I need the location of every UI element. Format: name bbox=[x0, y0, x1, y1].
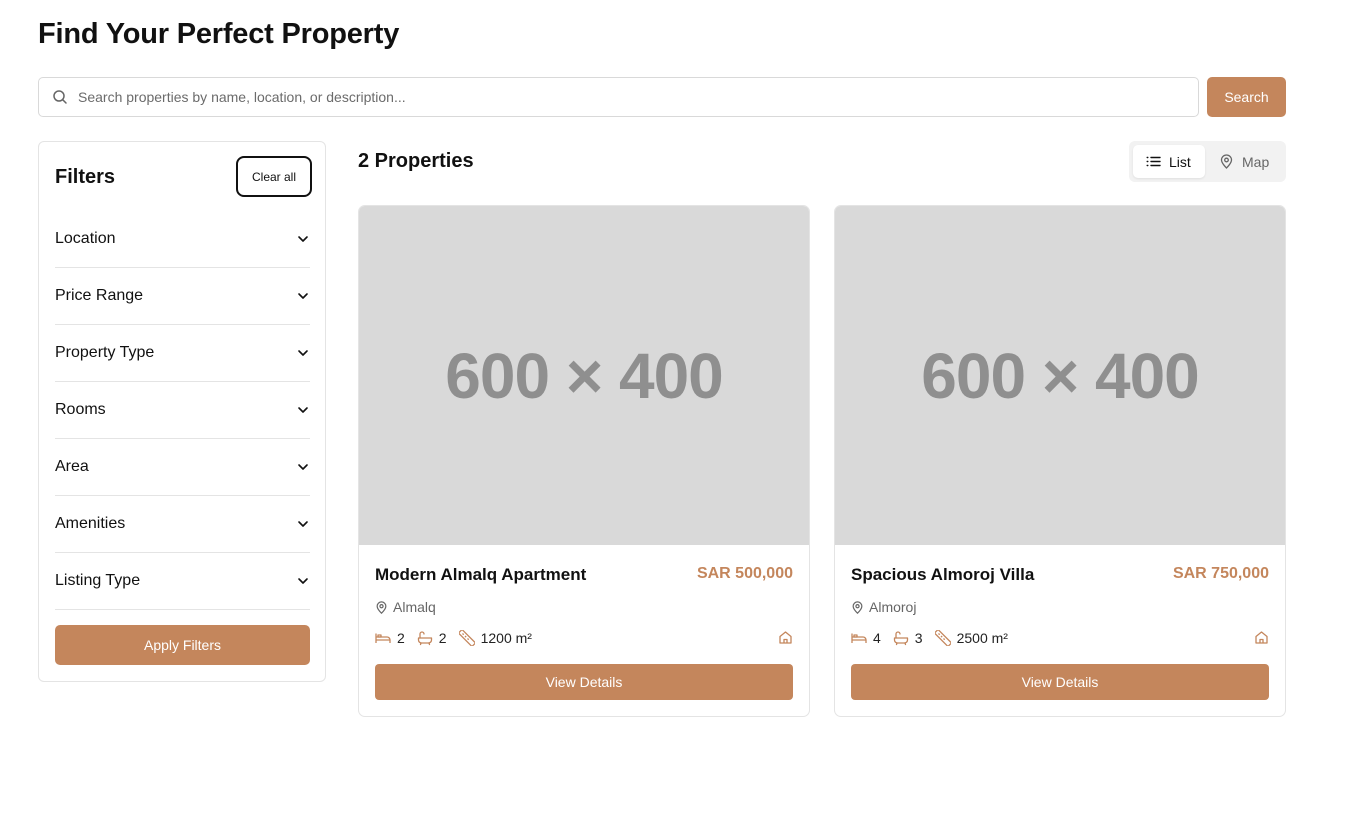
location-pin-icon bbox=[375, 600, 388, 614]
filter-label: Property Type bbox=[55, 344, 155, 361]
chevron-down-icon bbox=[296, 403, 310, 417]
property-image-placeholder: 600 × 400 bbox=[835, 206, 1285, 545]
filters-title: Filters bbox=[55, 166, 116, 188]
bed-icon bbox=[375, 630, 391, 646]
location-pin-icon bbox=[851, 600, 864, 614]
chevron-down-icon bbox=[296, 574, 310, 588]
filter-label: Listing Type bbox=[55, 572, 141, 589]
filters-panel: Filters Clear all Location Price Range P… bbox=[38, 141, 326, 682]
filter-list: Location Price Range Property Type Rooms… bbox=[55, 211, 310, 610]
area-spec: 2500 m² bbox=[934, 630, 1008, 646]
search-button[interactable]: Search bbox=[1207, 77, 1286, 117]
area-value: 1200 m² bbox=[480, 630, 532, 646]
filter-label: Area bbox=[55, 458, 89, 475]
map-view-label: Map bbox=[1242, 153, 1270, 170]
property-name: Spacious Almoroj Villa bbox=[851, 565, 1035, 584]
chevron-down-icon bbox=[296, 232, 310, 246]
filter-amenities[interactable]: Amenities bbox=[55, 496, 310, 553]
chevron-down-icon bbox=[296, 346, 310, 360]
property-name: Modern Almalq Apartment bbox=[375, 565, 587, 584]
location-text: Almoroj bbox=[869, 599, 917, 615]
property-specs: 4 3 2500 m² bbox=[851, 630, 1008, 646]
ruler-icon bbox=[458, 630, 475, 646]
apply-filters-button[interactable]: Apply Filters bbox=[55, 625, 310, 665]
property-location: Almalq bbox=[375, 599, 436, 615]
property-price: SAR 500,000 bbox=[696, 565, 793, 582]
bedrooms-spec: 4 bbox=[851, 630, 881, 646]
filter-label: Location bbox=[55, 230, 116, 247]
list-icon bbox=[1146, 154, 1161, 169]
view-details-button[interactable]: View Details bbox=[851, 664, 1269, 700]
bathrooms-count: 2 bbox=[438, 630, 447, 646]
ruler-icon bbox=[934, 630, 951, 646]
home-icon bbox=[1254, 630, 1269, 645]
clear-all-button[interactable]: Clear all bbox=[236, 156, 312, 197]
property-specs: 2 2 1200 m² bbox=[375, 630, 532, 646]
map-view-toggle[interactable]: Map bbox=[1211, 145, 1283, 178]
list-view-toggle[interactable]: List bbox=[1133, 145, 1205, 178]
search-icon bbox=[52, 89, 68, 105]
bath-icon bbox=[893, 630, 909, 646]
property-card: 600 × 400 Modern Almalq Apartment SAR 50… bbox=[358, 205, 810, 717]
bedrooms-count: 4 bbox=[873, 630, 881, 646]
bath-icon bbox=[417, 630, 433, 646]
filter-rooms[interactable]: Rooms bbox=[55, 382, 310, 439]
property-location: Almoroj bbox=[851, 599, 916, 615]
list-view-label: List bbox=[1169, 153, 1191, 170]
filter-property-type[interactable]: Property Type bbox=[55, 325, 310, 382]
view-toggle: List Map bbox=[1129, 141, 1286, 182]
bed-icon bbox=[851, 630, 867, 646]
chevron-down-icon bbox=[296, 460, 310, 474]
bedrooms-spec: 2 bbox=[375, 630, 405, 646]
filter-location[interactable]: Location bbox=[55, 211, 310, 268]
area-value: 2500 m² bbox=[956, 630, 1008, 646]
map-pin-icon bbox=[1219, 154, 1234, 169]
search-input[interactable] bbox=[78, 89, 1198, 105]
page-title: Find Your Perfect Property bbox=[38, 18, 400, 50]
property-card: 600 × 400 Spacious Almoroj Villa SAR 750… bbox=[834, 205, 1286, 717]
view-details-button[interactable]: View Details bbox=[375, 664, 793, 700]
search-bar[interactable] bbox=[38, 77, 1199, 117]
chevron-down-icon bbox=[296, 289, 310, 303]
bathrooms-count: 3 bbox=[914, 630, 923, 646]
property-price: SAR 750,000 bbox=[1172, 565, 1269, 582]
image-placeholder-text: 600 × 400 bbox=[445, 339, 723, 412]
results-count: 2 Properties bbox=[358, 150, 474, 172]
area-spec: 1200 m² bbox=[458, 630, 532, 646]
home-icon bbox=[778, 630, 793, 645]
filter-label: Price Range bbox=[55, 287, 144, 304]
bathrooms-spec: 3 bbox=[893, 630, 923, 646]
filter-label: Amenities bbox=[55, 515, 126, 532]
chevron-down-icon bbox=[296, 517, 310, 531]
bathrooms-spec: 2 bbox=[417, 630, 447, 646]
property-image-placeholder: 600 × 400 bbox=[359, 206, 809, 545]
location-text: Almalq bbox=[393, 599, 436, 615]
bedrooms-count: 2 bbox=[397, 630, 405, 646]
filter-price-range[interactable]: Price Range bbox=[55, 268, 310, 325]
filter-area[interactable]: Area bbox=[55, 439, 310, 496]
filter-listing-type[interactable]: Listing Type bbox=[55, 553, 310, 610]
filter-label: Rooms bbox=[55, 401, 106, 418]
image-placeholder-text: 600 × 400 bbox=[921, 339, 1199, 412]
